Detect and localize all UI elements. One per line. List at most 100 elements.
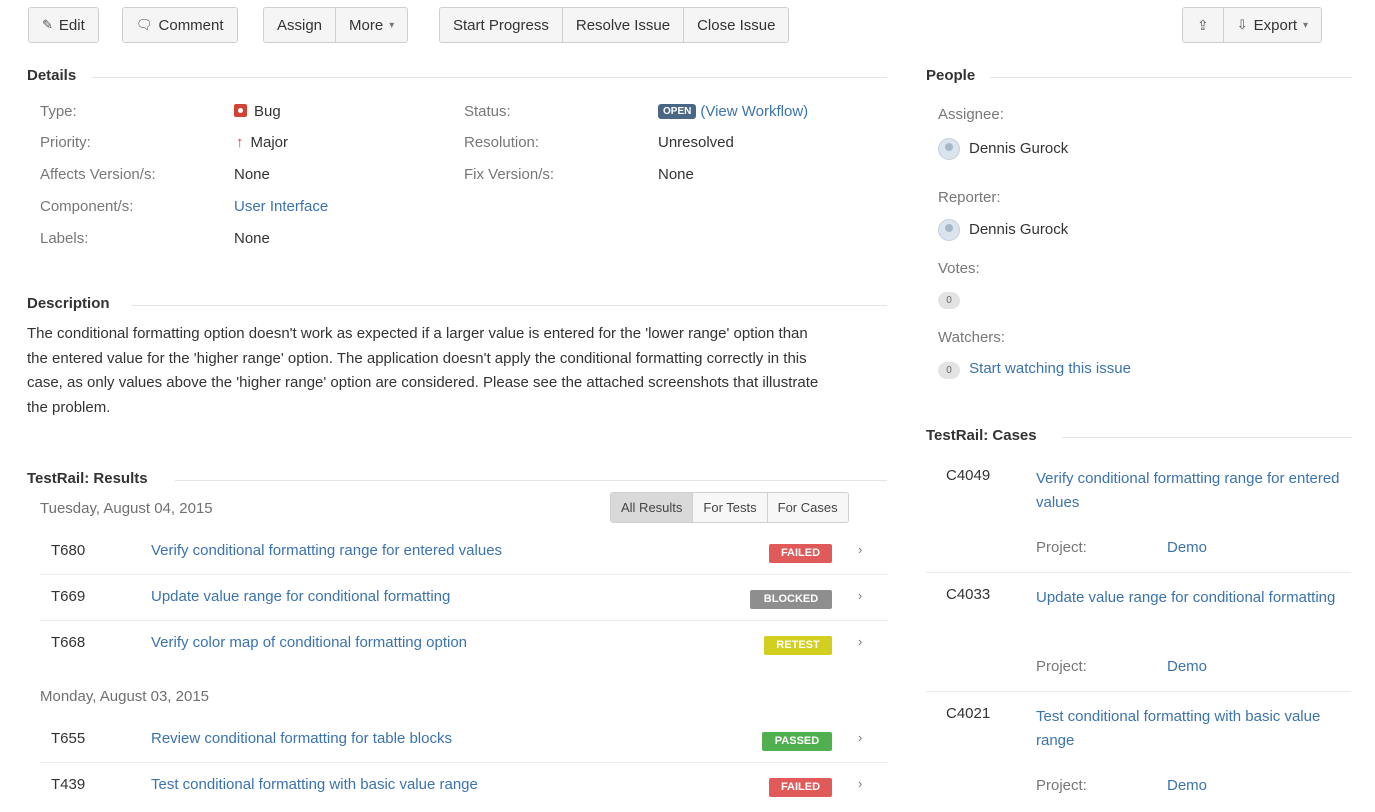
reporter-name: Dennis Gurock <box>969 220 1069 238</box>
project-label: Project: <box>1036 658 1087 675</box>
results-filter: All Results For Tests For Cases <box>610 492 849 523</box>
assignee-label: Assignee: <box>938 106 1004 123</box>
case-item: C4049 Verify conditional formatting rang… <box>926 455 1351 573</box>
watchers-value: 0 Start watching this issue <box>938 360 1131 379</box>
watchers-label: Watchers: <box>938 329 1005 346</box>
status-badge: RETEST <box>764 636 832 655</box>
test-id: T668 <box>51 634 86 651</box>
bug-icon <box>234 104 247 117</box>
test-id: T669 <box>51 588 86 605</box>
reporter-label: Reporter: <box>938 189 1001 206</box>
project-label: Project: <box>1036 777 1087 794</box>
avatar <box>938 219 960 241</box>
start-progress-label: Start Progress <box>453 16 549 34</box>
test-title-link[interactable]: Verify conditional formatting range for … <box>151 542 502 559</box>
start-progress-button[interactable]: Start Progress <box>440 8 563 42</box>
resolve-issue-label: Resolve Issue <box>575 16 671 34</box>
result-row[interactable]: T655 Review conditional formatting for t… <box>40 717 888 763</box>
result-date: Monday, August 03, 2015 <box>40 688 210 705</box>
project-label: Project: <box>1036 539 1087 556</box>
chevron-right-icon[interactable]: › <box>858 588 862 603</box>
assign-more-group: Assign More ▾ <box>263 7 409 43</box>
labels-label: Labels: <box>40 230 89 247</box>
comment-label: Comment <box>158 16 224 34</box>
project-link[interactable]: Demo <box>1167 658 1207 675</box>
case-item: C4033 Update value range for conditional… <box>926 574 1351 692</box>
test-id: T439 <box>51 776 86 793</box>
assign-button[interactable]: Assign <box>264 8 337 42</box>
resolve-issue-button[interactable]: Resolve Issue <box>562 8 685 42</box>
priority-text: Major <box>250 134 289 151</box>
case-title-link[interactable]: Verify conditional formatting range for … <box>1036 467 1341 515</box>
affects-version-value: None <box>234 166 270 183</box>
result-date: Tuesday, August 04, 2015 <box>40 500 213 517</box>
assign-label: Assign <box>277 16 323 34</box>
test-title-link[interactable]: Update value range for conditional forma… <box>151 588 450 605</box>
case-title-link[interactable]: Test conditional formatting with basic v… <box>1036 705 1341 753</box>
type-label: Type: <box>40 103 77 120</box>
type-value: Bug <box>234 103 281 120</box>
people-heading: People <box>926 67 976 84</box>
share-icon: ⇪ <box>1197 16 1209 33</box>
share-button[interactable]: ⇪ <box>1183 8 1224 42</box>
download-icon: ⇩ <box>1236 17 1248 32</box>
details-heading: Details <box>27 67 77 84</box>
test-title-link[interactable]: Verify color map of conditional formatti… <box>151 634 467 651</box>
priority-value: ↑ Major <box>236 134 288 151</box>
start-watching-link[interactable]: Start watching this issue <box>969 360 1131 377</box>
reporter-user[interactable]: Dennis Gurock <box>938 219 1068 241</box>
edit-label: Edit <box>58 16 85 34</box>
test-id: T655 <box>51 730 86 747</box>
fix-version-value: None <box>658 166 694 183</box>
comment-button[interactable]: 🗨 Comment <box>123 8 237 42</box>
filter-for-tests[interactable]: For Tests <box>693 493 768 522</box>
edit-button[interactable]: ✎ Edit <box>29 8 98 42</box>
export-button[interactable]: ⇩ Export ▾ <box>1223 8 1322 42</box>
comment-group: 🗨 Comment <box>122 7 238 43</box>
filter-for-cases[interactable]: For Cases <box>767 493 848 522</box>
export-label: Export <box>1253 16 1297 34</box>
chevron-right-icon[interactable]: › <box>858 542 862 557</box>
affects-version-label: Affects Version/s: <box>40 166 156 183</box>
votes-count[interactable]: 0 <box>938 292 960 309</box>
case-id: C4049 <box>946 467 991 484</box>
assignee-name: Dennis Gurock <box>969 139 1069 157</box>
case-item: C4021 Test conditional formatting with b… <box>926 693 1351 812</box>
close-issue-button[interactable]: Close Issue <box>684 8 789 42</box>
project-link[interactable]: Demo <box>1167 539 1207 556</box>
test-title-link[interactable]: Test conditional formatting with basic v… <box>151 776 478 793</box>
chevron-right-icon[interactable]: › <box>858 634 862 649</box>
priority-label: Priority: <box>40 134 91 151</box>
test-title-link[interactable]: Review conditional formatting for table … <box>151 730 452 747</box>
assignee-user[interactable]: Dennis Gurock <box>938 138 1068 160</box>
result-row[interactable]: T669 Update value range for conditional … <box>40 575 888 621</box>
case-id: C4033 <box>946 586 991 603</box>
more-label: More <box>349 16 384 34</box>
watchers-count[interactable]: 0 <box>938 362 960 379</box>
chevron-right-icon[interactable]: › <box>858 730 862 745</box>
component-link[interactable]: User Interface <box>234 198 328 215</box>
more-button[interactable]: More ▾ <box>336 8 408 42</box>
result-row[interactable]: T439 Test conditional formatting with ba… <box>40 763 888 809</box>
project-link[interactable]: Demo <box>1167 777 1207 794</box>
close-issue-label: Close Issue <box>697 16 776 34</box>
status-badge: PASSED <box>762 732 832 751</box>
status-badge: BLOCKED <box>750 590 832 609</box>
case-id: C4021 <box>946 705 991 722</box>
description-divider <box>132 305 887 306</box>
result-row[interactable]: T668 Verify color map of conditional for… <box>40 621 888 667</box>
comment-icon: 🗨 <box>136 17 153 32</box>
filter-all-results[interactable]: All Results <box>611 493 694 522</box>
result-row[interactable]: T680 Verify conditional formatting range… <box>40 529 888 575</box>
resolution-value: Unresolved <box>658 134 734 151</box>
votes-label: Votes: <box>938 260 980 277</box>
fix-version-label: Fix Version/s: <box>464 166 555 183</box>
issue-toolbar: ✎ Edit 🗨 Comment Assign More ▾ Start Pro… <box>0 7 1375 45</box>
chevron-down-icon: ▾ <box>1303 19 1309 31</box>
status-badge: FAILED <box>769 544 832 563</box>
case-title-link[interactable]: Update value range for conditional forma… <box>1036 586 1341 610</box>
chevron-right-icon[interactable]: › <box>858 776 862 791</box>
details-divider <box>92 77 887 78</box>
view-workflow-link[interactable]: (View Workflow) <box>700 103 808 120</box>
pencil-icon: ✎ <box>42 17 53 32</box>
